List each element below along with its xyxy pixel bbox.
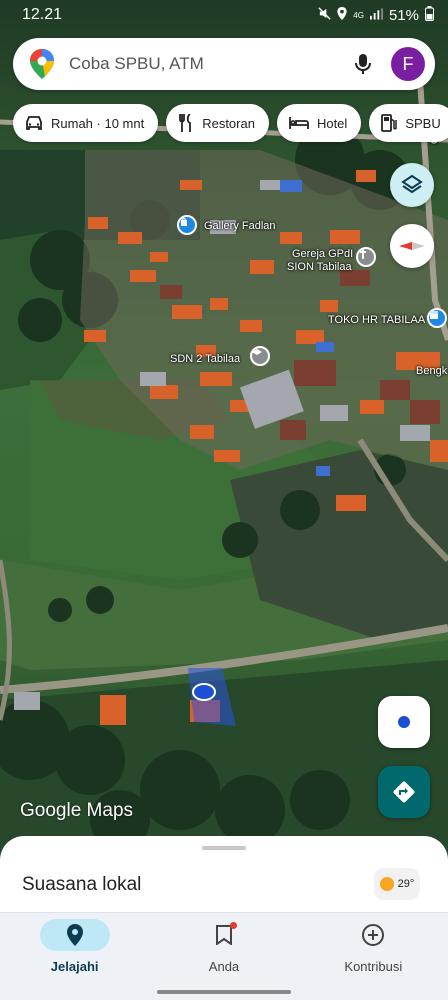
chip-hotel-label: Hotel bbox=[316, 115, 348, 131]
sheet-drag-handle[interactable] bbox=[202, 846, 246, 850]
compass-button[interactable] bbox=[390, 224, 434, 268]
status-time: 12.21 bbox=[22, 6, 63, 23]
add-circle-icon bbox=[338, 919, 408, 951]
explore-pin-icon bbox=[39, 919, 110, 951]
sheet-title: Suasana lokal bbox=[22, 874, 142, 895]
nav-you[interactable]: Anda bbox=[159, 919, 289, 1000]
my-location-icon bbox=[398, 716, 410, 728]
map-label-edge[interactable]: Bengk bbox=[416, 365, 447, 377]
nav-contribute-label: Kontribusi bbox=[344, 959, 403, 974]
hotel-icon bbox=[289, 117, 309, 129]
account-avatar[interactable]: F bbox=[391, 47, 425, 81]
notification-dot bbox=[229, 922, 237, 929]
sun-icon bbox=[379, 877, 394, 891]
layers-icon bbox=[401, 174, 423, 194]
google-maps-pin-icon bbox=[30, 49, 54, 79]
current-location-dot bbox=[192, 683, 216, 701]
layers-button[interactable] bbox=[390, 163, 434, 207]
chip-hotel[interactable]: Hotel bbox=[276, 104, 362, 142]
network-type-icon: 4G bbox=[353, 10, 364, 20]
nav-explore-label: Jelajahi bbox=[50, 959, 99, 974]
restaurant-icon bbox=[179, 114, 192, 132]
nav-explore[interactable]: Jelajahi bbox=[10, 919, 140, 1000]
category-chips: Rumah · 10 mnt Restoran Hotel SPBU bbox=[13, 104, 448, 142]
weather-temperature: 29° bbox=[397, 878, 415, 890]
map-label-school[interactable]: SDN 2 Tabilaa bbox=[170, 353, 240, 365]
shopping-bag-icon[interactable] bbox=[177, 215, 197, 235]
chip-gas-station-label: SPBU bbox=[405, 115, 441, 131]
nav-you-label: Anda bbox=[208, 959, 240, 974]
map-label-church-line2[interactable]: SION Tabilaa bbox=[287, 261, 352, 273]
search-input[interactable]: Coba SPBU, ATM bbox=[69, 54, 351, 74]
chip-gas-station[interactable]: SPBU bbox=[369, 104, 448, 142]
google-maps-logo: Google Maps bbox=[20, 800, 134, 821]
map-label-gallery[interactable]: Gallery Fadlan bbox=[204, 220, 276, 232]
map-label-shop[interactable]: TOKO HR TABILAA bbox=[328, 314, 425, 326]
map-label-church-line1[interactable]: Gereja GPdI bbox=[292, 248, 353, 260]
gas-station-icon bbox=[381, 114, 398, 132]
directions-button[interactable] bbox=[378, 766, 430, 818]
microphone-icon[interactable] bbox=[351, 52, 375, 76]
store-icon[interactable] bbox=[427, 308, 447, 328]
signal-icon bbox=[369, 7, 383, 23]
chip-restaurant-label: Restoran bbox=[202, 115, 255, 131]
bookmark-icon bbox=[189, 919, 259, 951]
chip-home[interactable]: Rumah · 10 mnt bbox=[13, 104, 159, 142]
status-bar: 12.21 4G 51% bbox=[0, 0, 448, 30]
directions-icon bbox=[393, 781, 415, 803]
mute-icon bbox=[318, 7, 331, 23]
church-icon[interactable] bbox=[356, 247, 376, 267]
status-icons: 4G 51% bbox=[318, 6, 434, 24]
car-icon bbox=[26, 116, 42, 130]
bottom-navigation: Jelajahi Anda Kontribusi bbox=[0, 912, 448, 1000]
chip-restaurant[interactable]: Restoran bbox=[166, 104, 269, 142]
location-status-icon bbox=[337, 7, 347, 23]
nav-contribute[interactable]: Kontribusi bbox=[308, 919, 438, 1000]
weather-chip[interactable]: 29° bbox=[374, 868, 420, 900]
school-icon[interactable] bbox=[250, 346, 270, 366]
home-indicator[interactable] bbox=[157, 990, 291, 994]
battery-icon bbox=[425, 6, 434, 24]
my-location-button[interactable] bbox=[378, 696, 430, 748]
chip-home-label: Rumah · 10 mnt bbox=[51, 115, 145, 131]
battery-percentage: 51% bbox=[388, 6, 419, 24]
search-bar[interactable]: Coba SPBU, ATM F bbox=[13, 38, 435, 90]
compass-icon bbox=[399, 242, 425, 250]
